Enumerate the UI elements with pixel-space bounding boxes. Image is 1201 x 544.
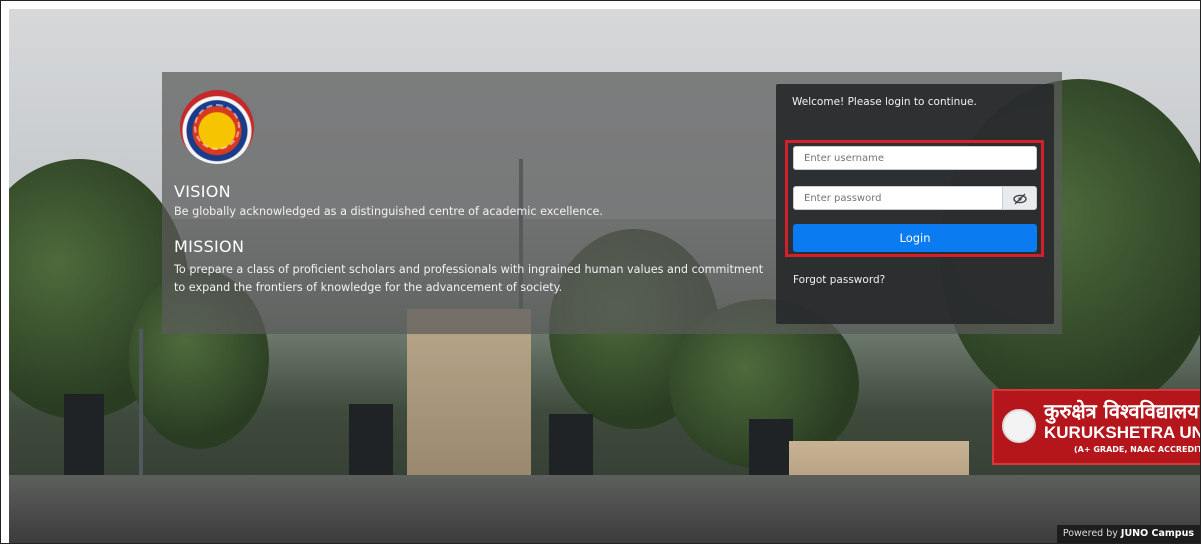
welcome-message: Welcome! Please login to continue.	[792, 96, 977, 108]
password-input[interactable]	[793, 186, 1003, 210]
road	[9, 475, 1200, 543]
vision-text: Be globally acknowledged as a distinguis…	[174, 205, 603, 218]
mission-heading: MISSION	[174, 237, 245, 256]
screenshot-frame: कुरुक्षेत्र विश्वविद्यालय KURUKSHETRA UN…	[0, 0, 1201, 544]
signboard-subtitle: (A+ GRADE, NAAC ACCREDITED)	[1074, 445, 1200, 454]
university-signboard: कुरुक्षेत्र विश्वविद्यालय KURUKSHETRA UN…	[992, 389, 1200, 465]
powered-by-brand: JUNO Campus	[1120, 528, 1194, 539]
powered-by-footer: Powered by JUNO Campus	[1056, 525, 1200, 543]
signboard-english-text: KURUKSHETRA UNIVERSITY	[1044, 423, 1200, 442]
eye-slash-icon	[1013, 193, 1027, 205]
signboard-logo	[1002, 409, 1036, 443]
mission-text: To prepare a class of proficient scholar…	[174, 263, 764, 294]
forgot-password-link[interactable]: Forgot password?	[793, 274, 885, 286]
password-visibility-toggle[interactable]	[1003, 186, 1037, 210]
logo-ring	[194, 104, 240, 150]
login-button[interactable]: Login	[793, 224, 1037, 252]
vision-heading: VISION	[174, 182, 231, 201]
powered-by-prefix: Powered by	[1062, 528, 1118, 539]
username-input[interactable]	[793, 146, 1037, 170]
university-logo	[180, 90, 254, 164]
signboard-hindi-text: कुरुक्षेत्र विश्वविद्यालय	[1044, 399, 1199, 423]
